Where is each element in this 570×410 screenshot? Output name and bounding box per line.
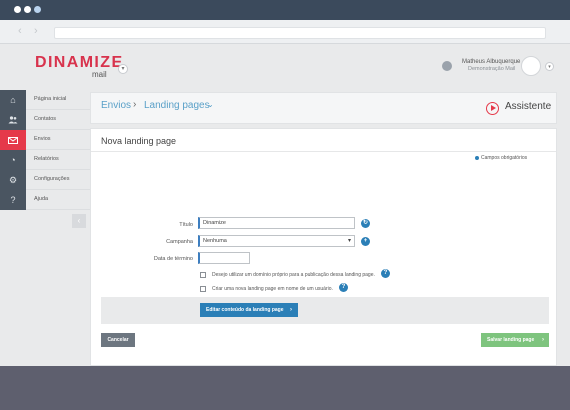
window-close-dot[interactable]: [14, 6, 21, 13]
chevron-right-icon: ›: [542, 337, 544, 343]
right-arrow-icon[interactable]: ›: [34, 25, 38, 37]
brand-logo[interactable]: DINAMIZE: [35, 54, 124, 72]
breadcrumb-separator: ›: [133, 99, 137, 110]
app-header: DINAMIZE mail ▾ Matheus Albuquerque Demo…: [0, 44, 570, 90]
user-menu-caret-icon[interactable]: ▾: [545, 62, 554, 71]
landing-page-form: Nova landing page Campos obrigatórios Tí…: [90, 128, 557, 366]
mail-icon: [0, 130, 26, 150]
pie-chart-icon: ◔: [0, 150, 26, 170]
assistant-button[interactable]: Assistente: [505, 101, 551, 112]
breadcrumb-caret-icon[interactable]: ⌄: [207, 100, 214, 109]
sidebar-item-contacts[interactable]: Contatos: [0, 110, 90, 130]
own-domain-checkbox[interactable]: [200, 272, 206, 278]
home-icon: ⌂: [0, 90, 26, 110]
notification-icon[interactable]: [442, 61, 452, 71]
users-icon: [0, 110, 26, 130]
browser-address-bar: ‹ ›: [0, 20, 570, 44]
gear-icon: ⚙: [0, 170, 26, 190]
browser-titlebar: [0, 0, 570, 20]
sidebar-item-envios[interactable]: Envios: [0, 130, 90, 150]
breadcrumb-item-envios[interactable]: Envios: [101, 100, 131, 111]
url-input[interactable]: [54, 27, 546, 39]
form-divider: [91, 151, 556, 152]
required-marker-icon: [475, 156, 479, 160]
edit-content-label: Editar conteúdo da landing page: [206, 307, 284, 313]
end-date-label: Data de término: [153, 256, 193, 262]
own-domain-label: Desejo utilizar um domínio próprio para …: [212, 272, 375, 278]
sidebar-item-label: Envios: [34, 136, 51, 142]
user-name[interactable]: Matheus Albuquerque: [462, 59, 520, 65]
sidebar-item-reports[interactable]: ◔ Relatórios: [0, 150, 90, 170]
sidebar-item-help[interactable]: ? Ajuda: [0, 190, 90, 210]
window-maximize-dot[interactable]: [34, 6, 41, 13]
required-fields-note: Campos obrigatórios: [481, 155, 528, 161]
left-arrow-icon[interactable]: ‹: [18, 25, 22, 37]
breadcrumb: Envios › Landing pages ⌄ Assistente: [90, 92, 557, 124]
avatar[interactable]: [521, 56, 541, 76]
save-label: Salvar landing page: [487, 337, 535, 343]
refresh-icon[interactable]: ↻: [361, 219, 370, 228]
sidebar-collapse-button[interactable]: ‹: [72, 214, 86, 228]
page-title: Nova landing page: [101, 136, 177, 146]
breadcrumb-item-landing-pages[interactable]: Landing pages: [144, 100, 210, 111]
title-input-value: Dinamize: [203, 220, 226, 226]
sidebar-item-label: Configurações: [34, 176, 70, 182]
add-campaign-button[interactable]: +: [361, 237, 370, 246]
other-user-checkbox[interactable]: [200, 286, 206, 292]
sidebar: ⌂ Página inicial Contatos Envios ◔ Relat…: [0, 90, 90, 210]
sidebar-item-label: Página inicial: [34, 96, 67, 102]
product-switch-caret-icon[interactable]: ▾: [118, 64, 128, 74]
user-organization: Demonstração Mail: [468, 66, 516, 72]
own-domain-help-icon[interactable]: ?: [381, 269, 390, 278]
sidebar-item-label: Contatos: [34, 116, 57, 122]
sidebar-item-home[interactable]: ⌂ Página inicial: [0, 90, 90, 110]
page-footer: [0, 366, 570, 410]
help-icon: ?: [0, 190, 26, 210]
title-input[interactable]: Dinamize: [198, 217, 355, 229]
save-button[interactable]: Salvar landing page ›: [481, 333, 549, 347]
sidebar-item-label: Relatórios: [34, 156, 59, 162]
other-user-label: Criar uma nova landing page em nome de u…: [212, 286, 333, 292]
sidebar-item-settings[interactable]: ⚙ Configurações: [0, 170, 90, 190]
title-label: Título: [179, 222, 193, 228]
campaign-label: Campanha: [166, 239, 193, 245]
other-user-help-icon[interactable]: ?: [339, 283, 348, 292]
brand-logo-sub: mail: [92, 70, 107, 79]
play-icon[interactable]: [486, 102, 499, 115]
chevron-right-icon: ›: [290, 307, 292, 313]
campaign-select[interactable]: Nenhuma ▾: [198, 235, 355, 247]
chevron-down-icon: ▾: [347, 238, 351, 244]
sidebar-item-label: Ajuda: [34, 196, 49, 202]
window-minimize-dot[interactable]: [24, 6, 31, 13]
end-date-input[interactable]: [198, 252, 250, 264]
cancel-button[interactable]: Cancelar: [101, 333, 135, 347]
campaign-select-value: Nenhuma: [203, 238, 227, 244]
app-area: DINAMIZE mail ▾ Matheus Albuquerque Demo…: [0, 44, 570, 366]
form-action-bar: Editar conteúdo da landing page ›: [101, 297, 549, 324]
edit-content-button[interactable]: Editar conteúdo da landing page ›: [200, 303, 298, 317]
